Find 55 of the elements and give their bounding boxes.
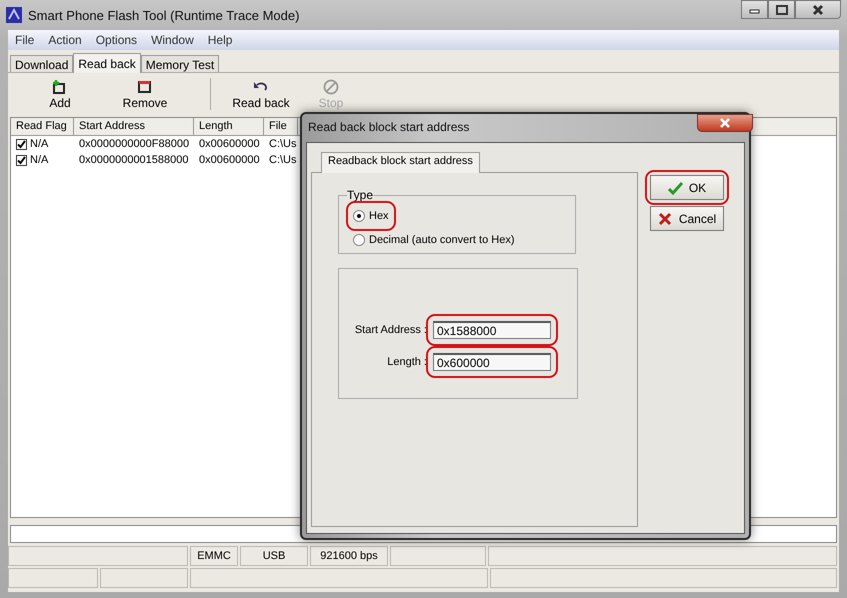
table-cell-text: C:\Us [268, 137, 298, 151]
table-cell-text: C:\Us [268, 153, 298, 167]
app-icon [6, 7, 22, 23]
maximize-icon [776, 4, 788, 14]
status-field: 921600 bps [310, 546, 388, 566]
tab[interactable]: Readback block start address [321, 152, 480, 173]
radio-label[interactable]: Decimal (auto convert to Hex) [369, 234, 514, 246]
input-field[interactable]: 0x600000 [433, 353, 551, 371]
radio-button[interactable] [353, 234, 365, 246]
tab[interactable]: Download [10, 55, 74, 72]
ok-button[interactable]: OK [650, 175, 724, 200]
checkbox[interactable] [16, 154, 27, 166]
status-field: USB [240, 546, 308, 566]
table-cell-text: 0x0000000001588000 [78, 153, 190, 167]
check-icon [668, 180, 683, 194]
column-header[interactable]: Read Flag [11, 118, 74, 135]
field-label: Length : [386, 356, 427, 368]
close-icon [719, 117, 731, 129]
column-header[interactable]: Start Address [74, 118, 194, 135]
status-field: EMMC [190, 546, 238, 566]
tab[interactable]: Read back [73, 53, 141, 73]
menu-item[interactable]: Action [48, 33, 82, 47]
group-label: Type [347, 188, 374, 202]
table-cell-text: 0x00600000 [198, 137, 261, 151]
menu-item[interactable]: File [15, 33, 34, 47]
cross-icon [658, 212, 673, 226]
menu-item[interactable]: Options [96, 33, 138, 47]
menu-item[interactable]: Window [151, 33, 194, 47]
add-icon [52, 78, 68, 94]
minimize-button[interactable] [741, 0, 768, 19]
toolbar-button[interactable]: Read back [221, 76, 301, 112]
menu-item[interactable]: Help [208, 33, 232, 47]
radio-button[interactable] [353, 210, 365, 222]
dialog-title: Read back block start address [308, 120, 470, 134]
input-field[interactable]: 0x1588000 [433, 321, 551, 339]
window-title: Smart Phone Flash Tool (Runtime Trace Mode) [28, 8, 300, 22]
toolbar-button[interactable]: Add [30, 76, 90, 112]
table-cell-text: 0x0000000000F88000 [78, 137, 190, 151]
tab[interactable]: Memory Test [140, 55, 220, 72]
close-button[interactable] [795, 0, 841, 19]
table-cell-text: 0x00600000 [198, 153, 261, 167]
table-cell-text: N/A [29, 153, 50, 167]
column-header[interactable]: Length [194, 118, 264, 135]
maximize-button[interactable] [768, 0, 795, 19]
field-label: Start Address : [354, 324, 427, 336]
table-cell-text: N/A [29, 137, 50, 151]
checkbox[interactable] [16, 138, 27, 150]
remove-icon [137, 78, 153, 94]
stop-icon [323, 78, 339, 94]
cancel-button[interactable]: Cancel [650, 206, 724, 231]
column-header[interactable]: File [264, 118, 298, 135]
radio-label[interactable]: Hex [369, 210, 389, 222]
close-button[interactable] [697, 114, 753, 132]
close-icon [812, 4, 824, 16]
toolbar-button[interactable]: Remove [90, 76, 200, 112]
